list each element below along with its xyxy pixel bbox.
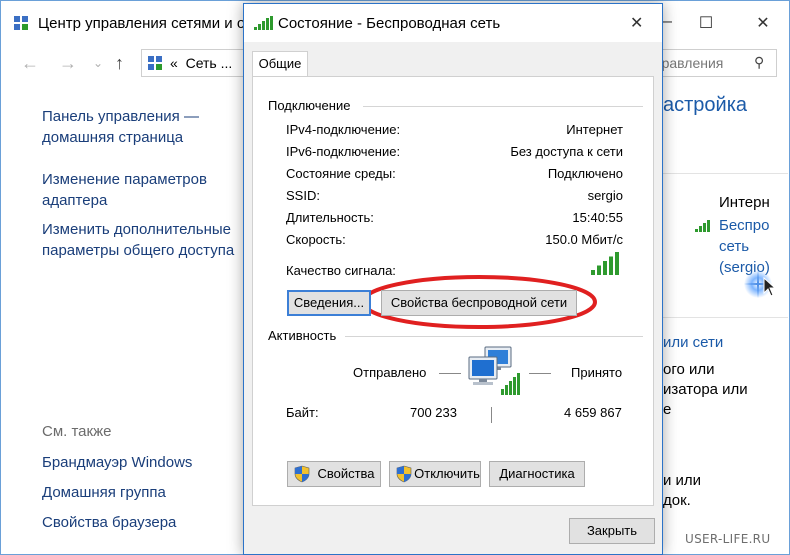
dialog-title: Состояние - Беспроводная сеть — [278, 15, 501, 32]
uac-shield-icon — [294, 465, 310, 483]
duration-label: Длительность: — [286, 210, 374, 225]
divider — [363, 106, 643, 107]
wireless-status-dialog: Состояние - Беспроводная сеть ✕ Общие По… — [243, 3, 663, 555]
bytes-label: Байт: — [286, 405, 319, 420]
divider — [663, 173, 788, 174]
right-panel-text: и или — [663, 472, 702, 489]
forward-arrow-icon[interactable]: → — [59, 53, 77, 74]
activity-heading: Активность — [268, 328, 343, 343]
right-panel-text: ого или — [663, 361, 715, 378]
divider — [439, 373, 461, 374]
ssid-value: sergio — [587, 188, 623, 203]
details-button[interactable]: Сведения... — [287, 290, 371, 316]
close-icon[interactable]: ✕ — [748, 13, 778, 33]
media-state-label: Состояние среды: — [286, 166, 396, 181]
network-computers-icon — [468, 346, 520, 395]
right-panel-text: док. — [663, 492, 691, 509]
address-prefix: « — [170, 55, 178, 71]
bytes-sent-value: 700 233 — [410, 405, 457, 420]
search-icon[interactable]: ⚲ — [754, 54, 764, 71]
divider — [491, 407, 492, 423]
received-label: Принято — [571, 365, 623, 380]
ipv6-value: Без доступа к сети — [510, 144, 623, 159]
divider — [529, 373, 551, 374]
properties-button[interactable]: Свойства — [287, 461, 381, 487]
ssid-label: SSID: — [286, 188, 320, 203]
search-placeholder: правления — [654, 55, 724, 71]
right-panel-title: астройка — [663, 94, 748, 116]
homegroup-link[interactable]: Домашняя группа — [42, 482, 166, 503]
close-button[interactable]: Закрыть — [569, 518, 655, 544]
chevron-down-icon[interactable]: ⌄ — [93, 56, 103, 70]
wireless-network-link[interactable]: сеть — [719, 238, 749, 255]
signal-strength-icon — [591, 252, 619, 275]
network-folder-icon — [148, 56, 162, 70]
signal-bar — [603, 261, 607, 275]
tab-general[interactable]: Общие — [252, 51, 308, 77]
uac-shield-icon — [396, 465, 412, 483]
right-panel-text: изатора или — [663, 381, 748, 398]
firewall-link[interactable]: Брандмауэр Windows — [42, 452, 192, 473]
connection-heading: Подключение — [268, 98, 357, 113]
divider — [663, 317, 788, 318]
signal-bar — [609, 256, 613, 275]
media-state-value: Подключено — [547, 166, 623, 181]
general-tab-panel: Подключение IPv4-подключение: Интернет I… — [252, 76, 654, 506]
see-also-heading: См. также — [42, 423, 112, 440]
signal-quality-label: Качество сигнала: — [286, 263, 396, 278]
back-arrow-icon[interactable]: ← — [21, 53, 39, 74]
change-adapter-settings-link[interactable]: Изменение параметров адаптера — [42, 169, 207, 211]
advanced-sharing-settings-link[interactable]: Изменить дополнительные параметры общего… — [42, 219, 234, 261]
duration-value: 15:40:55 — [572, 210, 623, 225]
ipv4-value: Интернет — [566, 122, 623, 137]
dialog-titlebar: Состояние - Беспроводная сеть ✕ — [244, 4, 662, 42]
close-icon[interactable]: ✕ — [630, 13, 643, 33]
watermark: USER-LIFE.RU — [685, 532, 771, 546]
wireless-network-link[interactable]: Беспро — [719, 217, 770, 234]
sent-label: Отправлено — [353, 365, 427, 380]
wifi-signal-icon — [254, 16, 273, 30]
divider — [345, 336, 643, 337]
disable-button-label: Отключить — [414, 466, 480, 481]
mouse-cursor-icon — [763, 277, 777, 297]
signal-bar — [615, 252, 619, 275]
right-panel-link[interactable]: или сети — [663, 334, 723, 351]
ipv6-label: IPv6-подключение: — [286, 144, 401, 159]
ipv4-label: IPv4-подключение: — [286, 122, 401, 137]
speed-value: 150.0 Мбит/с — [545, 232, 623, 247]
signal-bar — [597, 265, 601, 275]
diagnostics-button[interactable]: Диагностика — [489, 461, 585, 487]
address-bar[interactable]: « Сеть ... — [141, 49, 251, 77]
address-text: Сеть ... — [185, 55, 233, 71]
wifi-signal-icon — [695, 220, 710, 232]
control-panel-home-link[interactable]: Панель управления — домашняя страница — [42, 106, 199, 148]
maximize-icon[interactable]: ☐ — [691, 13, 721, 33]
browser-properties-link[interactable]: Свойства браузера — [42, 512, 176, 533]
properties-button-label: Свойства — [317, 466, 375, 481]
speed-label: Скорость: — [286, 232, 346, 247]
network-center-title: Центр управления сетями и о — [38, 15, 246, 32]
right-panel-text: е — [663, 401, 672, 418]
signal-bar — [591, 270, 595, 275]
network-center-icon — [14, 16, 28, 30]
up-arrow-icon[interactable]: ↑ — [115, 53, 124, 74]
disable-button[interactable]: Отключить — [389, 461, 481, 487]
wireless-properties-button[interactable]: Свойства беспроводной сети — [381, 290, 577, 316]
bytes-received-value: 4 659 867 — [564, 405, 622, 420]
access-type-value: Интерн — [719, 194, 770, 211]
